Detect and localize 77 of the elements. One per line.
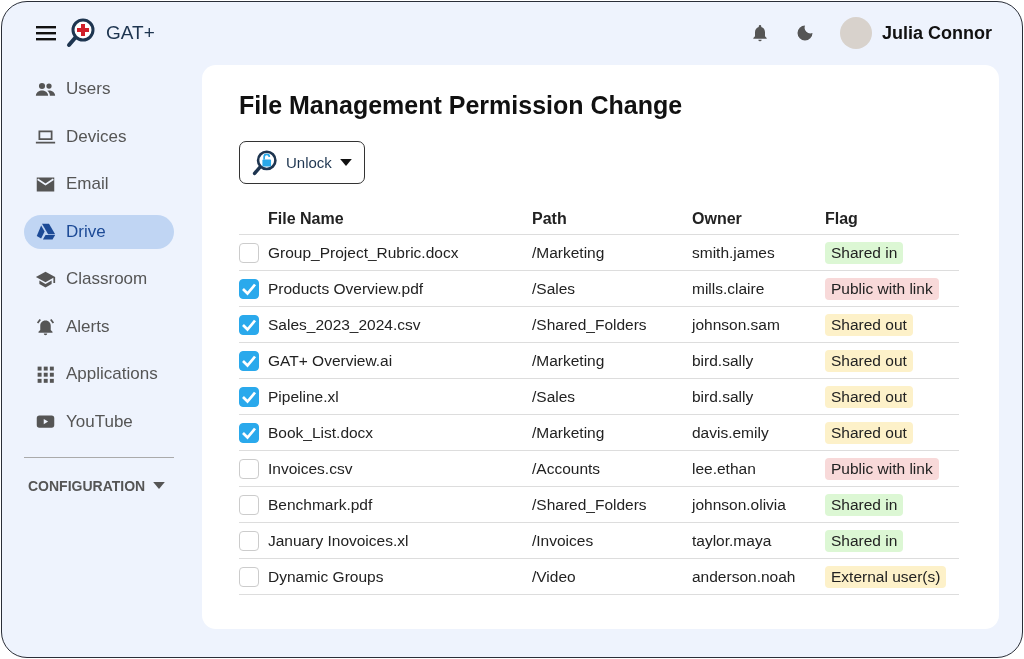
row-checkbox[interactable] xyxy=(239,494,259,515)
flag-tag: Public with link xyxy=(825,457,939,480)
sidebar-item[interactable]: Applications xyxy=(24,357,174,391)
column-header: Path xyxy=(532,210,567,227)
file-name: Group_Project_Rubric.docx xyxy=(268,243,459,261)
caret-icon xyxy=(339,159,352,166)
file-path: /Sales xyxy=(532,279,576,297)
flag-tag: Shared out xyxy=(825,313,913,336)
row-checkbox[interactable] xyxy=(239,278,259,299)
sidebar-item[interactable]: YouTube xyxy=(24,404,174,439)
row-checkbox[interactable] xyxy=(239,566,259,587)
file-name: Invoices.csv xyxy=(268,459,353,477)
row-checkbox[interactable] xyxy=(239,386,259,407)
sidebar-item[interactable]: Devices xyxy=(24,119,174,154)
flag-tag: Shared out xyxy=(825,421,913,444)
moon-icon[interactable] xyxy=(795,23,815,43)
file-owner: davis.emily xyxy=(692,423,769,441)
flag-tag: Shared out xyxy=(825,349,913,372)
file-path: /Accounts xyxy=(532,459,601,477)
file-path: /Marketing xyxy=(532,243,605,261)
column-header: Owner xyxy=(692,210,742,227)
file-name: Benchmark.pdf xyxy=(268,495,373,513)
file-path: /Video xyxy=(532,567,576,585)
file-name: January Inovoices.xl xyxy=(268,531,409,549)
user-name: Julia Connor xyxy=(882,22,992,44)
file-path: /Marketing xyxy=(532,351,605,369)
file-name: Dynamic Groups xyxy=(268,567,384,585)
file-path: /Sales xyxy=(532,387,576,405)
drive-icon xyxy=(35,221,56,242)
menu-icon[interactable] xyxy=(36,25,56,41)
flag-tag: Shared in xyxy=(825,241,904,264)
file-path: /Marketing xyxy=(532,423,605,441)
file-path: /Shared_Folders xyxy=(532,315,647,333)
row-checkbox[interactable] xyxy=(239,350,259,371)
file-owner: lee.ethan xyxy=(692,459,756,477)
row-checkbox[interactable] xyxy=(239,422,259,443)
sidebar-item[interactable]: Drive xyxy=(24,214,174,249)
flag-tag: Shared in xyxy=(825,493,904,516)
magnifier-lock-icon xyxy=(252,149,278,176)
sidebar-item[interactable]: Users xyxy=(24,72,174,106)
flag-tag: Shared out xyxy=(825,385,913,408)
file-name: GAT+ Overview.ai xyxy=(268,351,393,369)
file-name: Book_List.docx xyxy=(268,423,374,441)
file-owner: johnson.sam xyxy=(692,315,780,333)
sidebar-item[interactable]: Email xyxy=(24,167,174,201)
caret-icon xyxy=(153,482,166,489)
file-owner: smith.james xyxy=(692,243,775,261)
flag-tag: Public with link xyxy=(825,277,939,300)
row-checkbox[interactable] xyxy=(239,530,259,551)
file-owner: anderson.noah xyxy=(692,567,796,585)
page-title: File Management Permission Change xyxy=(239,91,684,120)
alarm-icon xyxy=(35,316,56,337)
row-checkbox[interactable] xyxy=(239,314,259,335)
sidebar-item[interactable]: Alerts xyxy=(24,309,174,344)
flag-tag: Shared in xyxy=(825,529,904,552)
app-name: GAT+ xyxy=(106,22,155,44)
file-name: Products Overview.pdf xyxy=(268,279,424,297)
file-owner: mills.claire xyxy=(692,279,765,297)
avatar[interactable] xyxy=(840,17,872,49)
unlock-button[interactable]: Unlock xyxy=(239,141,365,184)
column-header: Flag xyxy=(825,210,858,227)
configuration-dropdown[interactable]: CONFIGURATION xyxy=(24,477,174,494)
file-path: /Shared_Folders xyxy=(532,495,647,513)
row-checkbox[interactable] xyxy=(239,458,259,479)
column-header: File Name xyxy=(268,210,344,227)
file-owner: johnson.olivia xyxy=(692,495,786,513)
file-path: /Invoices xyxy=(532,531,594,549)
file-owner: bird.sally xyxy=(692,387,754,405)
row-checkbox[interactable] xyxy=(239,242,259,263)
sidebar-item[interactable]: Classroom xyxy=(24,262,174,296)
magnifier-cross-logo-icon xyxy=(66,17,96,49)
file-name: Pipeline.xl xyxy=(268,387,339,405)
file-owner: taylor.maya xyxy=(692,531,772,549)
file-owner: bird.sally xyxy=(692,351,754,369)
file-name: Sales_2023_2024.csv xyxy=(268,315,421,333)
flag-tag: External user(s) xyxy=(825,565,947,588)
bell-icon[interactable] xyxy=(750,23,770,43)
